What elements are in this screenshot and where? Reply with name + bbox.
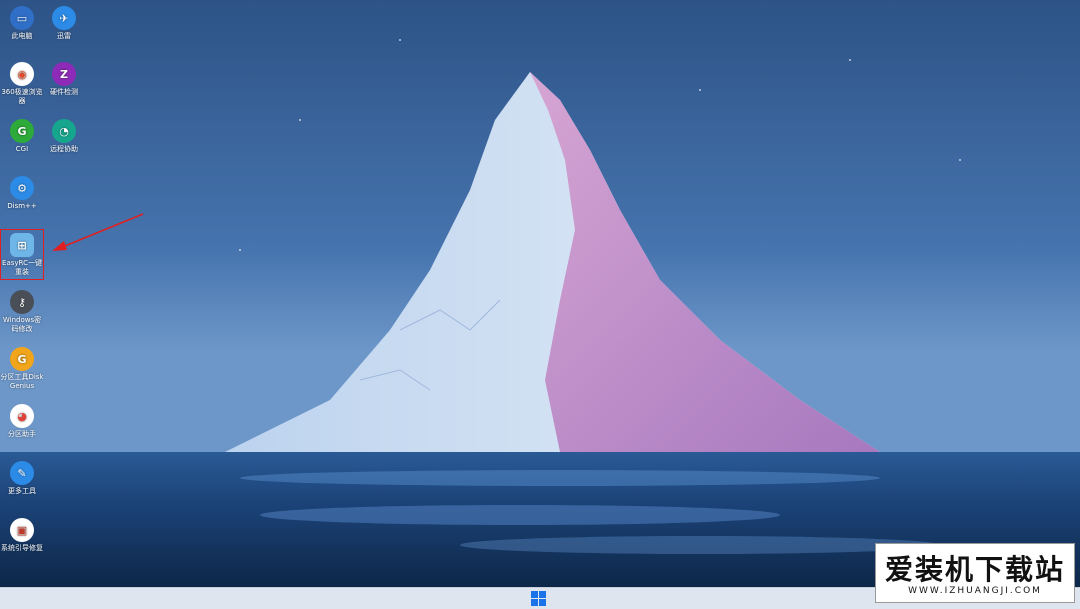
icon-label: 系统引导修复 xyxy=(1,544,43,552)
browser-360-icon: ◉ xyxy=(10,62,34,86)
wrench-icon: ✎ xyxy=(10,461,34,485)
icon-label: 此电脑 xyxy=(11,32,33,40)
desktop-icon-cgi[interactable]: G CGI xyxy=(0,119,44,154)
desktop-icon-this-pc[interactable]: ▭ 此电脑 xyxy=(0,6,44,41)
icon-label: Dism++ xyxy=(7,202,37,210)
desktop-icon-more-tools[interactable]: ✎ 更多工具 xyxy=(0,461,44,496)
icon-label: 硬件检测 xyxy=(50,88,78,96)
desktop-icon-diskgenius[interactable]: G 分区工具DiskGenius xyxy=(0,347,44,391)
desktop-icon-hardware-check[interactable]: Z 硬件检测 xyxy=(42,62,86,97)
watermark-title: 爱装机下载站 xyxy=(884,553,1065,586)
watermark: 爱装机下载站 WWW.IZHUANGJI.COM xyxy=(875,543,1075,603)
desktop-icon-partition-assistant[interactable]: ◕ 分区助手 xyxy=(0,404,44,439)
desktop-icon-windows-password[interactable]: ⚷ Windows密码修改 xyxy=(0,290,44,334)
windows-start-icon[interactable] xyxy=(531,591,546,606)
desktop: ▭ 此电脑 ✈ 迅雷 ◉ 360极速浏览器 Z 硬件检测 G CGI ◔ 远程协… xyxy=(0,0,1080,587)
computer-icon: ▭ xyxy=(10,6,34,30)
dism-icon: ⚙ xyxy=(10,176,34,200)
icon-label: 分区工具DiskGenius xyxy=(0,373,44,390)
highlight-box xyxy=(0,229,44,280)
wallpaper-mountain xyxy=(0,0,1080,587)
diskgenius-icon: G xyxy=(10,347,34,371)
icon-label: CGI xyxy=(15,145,29,153)
icon-label: Windows密码修改 xyxy=(2,316,42,333)
icon-label: 更多工具 xyxy=(8,487,36,495)
desktop-icon-remote-assist[interactable]: ◔ 远程协助 xyxy=(42,119,86,154)
remote-assist-icon: ◔ xyxy=(52,119,76,143)
desktop-icon-boot-repair[interactable]: ▣ 系统引导修复 xyxy=(0,518,44,553)
desktop-icon-thunder[interactable]: ✈ 迅雷 xyxy=(42,6,86,41)
icon-label: 分区助手 xyxy=(8,430,36,438)
key-icon: ⚷ xyxy=(10,290,34,314)
thunder-bird-icon: ✈ xyxy=(52,6,76,30)
desktop-icon-dism[interactable]: ⚙ Dism++ xyxy=(0,176,44,211)
icon-label: 迅雷 xyxy=(57,32,71,40)
desktop-icon-360-browser[interactable]: ◉ 360极速浏览器 xyxy=(0,62,44,106)
icon-label: 远程协助 xyxy=(50,145,78,153)
hardware-check-icon: Z xyxy=(52,62,76,86)
partition-assistant-icon: ◕ xyxy=(10,404,34,428)
watermark-url: WWW.IZHUANGJI.COM xyxy=(908,586,1042,596)
pointer-arrow-icon xyxy=(52,213,144,251)
cgi-icon: G xyxy=(10,119,34,143)
icon-label: 360极速浏览器 xyxy=(1,88,43,105)
toolbox-icon: ▣ xyxy=(10,518,34,542)
